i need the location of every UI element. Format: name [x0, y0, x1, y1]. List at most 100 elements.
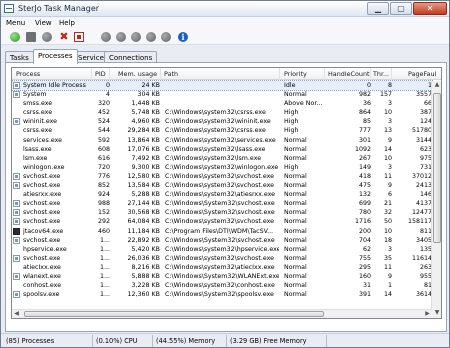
scroll-right-icon[interactable]: ▶ — [423, 310, 432, 318]
vertical-scrollbar[interactable]: ▲ ▼ — [431, 81, 441, 318]
cell-mem-usage: 27,144 KB — [127, 200, 160, 208]
maximize-button[interactable]: ▢ — [390, 2, 412, 15]
minimize-button[interactable]: ▁ — [367, 2, 389, 15]
column-divider[interactable] — [279, 68, 280, 80]
column-header-priority[interactable]: Priority — [284, 70, 307, 78]
table-row[interactable]: csrss.exe 452 5,748 KB C:\Windows\system32\… — [12, 108, 432, 117]
cell-pid: 320 — [97, 100, 110, 108]
table-row[interactable]: conhost.exe 1... 3,228 KB C:\Windows\system… — [12, 281, 432, 290]
table-row[interactable]: hpservice.exe 1... 5,420 KB C:\Windows\syst… — [12, 245, 432, 254]
column-header-pagefaults[interactable]: PageFaul — [408, 70, 436, 78]
table-row[interactable]: atiecIxx.exe 1... 8,216 KB C:\Windows\syste… — [12, 263, 432, 272]
column-divider[interactable] — [324, 68, 325, 80]
close-button[interactable]: ✕ — [413, 2, 447, 15]
table-row[interactable]: smss.exe 320 1,448 KB Above Nor... 36 3 66 — [12, 99, 432, 108]
table-row[interactable]: csrss.exe 544 29,284 KB C:\Windows\system32… — [12, 126, 432, 135]
table-row[interactable]: wininit.exe 524 4,960 KB C:\Windows\system3… — [12, 117, 432, 126]
record-icon[interactable] — [42, 32, 52, 42]
cell-mem-usage: 304 KB — [137, 91, 160, 99]
circle-button-3-icon[interactable] — [131, 32, 141, 42]
table-row[interactable]: svchost.exe 852 13,584 KB C:\Windows\system… — [12, 181, 432, 190]
cell-pid: 1... — [99, 254, 110, 262]
cell-mem-usage: 13,584 KB — [127, 182, 160, 190]
table-row[interactable]: services.exe 592 13,864 KB C:\Windows\syste… — [12, 136, 432, 145]
scroll-up-icon[interactable]: ▲ — [432, 81, 441, 91]
circle-button-5-icon[interactable] — [161, 32, 171, 42]
cell-process: svchost.exe — [23, 254, 61, 262]
column-header-handlecount[interactable]: HandleCount — [328, 70, 370, 78]
cell-priority: Normal — [284, 272, 307, 280]
cell-path: C:\Windows\system32\svchost.exe — [165, 172, 275, 180]
column-header-mem-usage[interactable]: Mem. usage — [118, 70, 157, 78]
process-icon — [13, 236, 20, 244]
column-header-process[interactable]: Process — [16, 70, 40, 78]
cell-process: csrss.exe — [23, 109, 53, 117]
menu-item-menu[interactable]: Menu — [6, 19, 25, 27]
scroll-down-icon[interactable]: ▼ — [432, 309, 441, 318]
column-divider[interactable] — [91, 68, 92, 80]
table-row[interactable]: wlanext.exe 1... 5,888 KB C:\Windows\System… — [12, 272, 432, 281]
tab-processes[interactable]: Processes — [33, 49, 78, 64]
table-row[interactable]: svchost.exe 1... 22,892 KB C:\Windows\Syste… — [12, 236, 432, 245]
status-bar: (85) Processes (0.10%) CPU (44.55%) Memo… — [1, 333, 449, 347]
circle-button-2-icon[interactable] — [116, 32, 126, 42]
cell-mem-usage: 5,748 KB — [131, 109, 160, 117]
column-header-pid[interactable]: PID — [95, 70, 106, 78]
cell-mem-usage: 12,360 KB — [127, 291, 160, 299]
cell-path: C:\Windows\system32\conhost.exe — [165, 282, 275, 290]
column-divider[interactable] — [391, 68, 392, 80]
cell-pid: 1... — [99, 236, 110, 244]
scroll-left-icon[interactable]: ◀ — [12, 310, 21, 318]
table-row[interactable]: svchost.exe 292 64,084 KB C:\Windows\system… — [12, 217, 432, 226]
column-header-threads[interactable]: Thr... — [373, 70, 389, 78]
table-row[interactable]: jtacov64.exe 460 11,184 KB C:\Program Files… — [12, 227, 432, 236]
table-row[interactable]: lsass.exe 608 17,076 KB C:\Windows\system32… — [12, 145, 432, 154]
stop-icon[interactable] — [26, 32, 36, 42]
cell-pid: 4 — [105, 91, 110, 99]
cell-process: svchost.exe — [23, 236, 61, 244]
cell-pid: 608 — [97, 145, 110, 153]
column-divider[interactable] — [370, 68, 371, 80]
table-row[interactable]: svchost.exe 988 27,144 KB C:\Windows\System… — [12, 199, 432, 208]
cell-threads: 3 — [387, 118, 392, 126]
table-row[interactable]: atiesrxx.exe 924 5,288 KB C:\Windows\system… — [12, 190, 432, 199]
cell-priority: Normal — [284, 218, 307, 226]
column-divider[interactable] — [109, 68, 110, 80]
horizontal-scroll-thumb[interactable] — [24, 311, 324, 317]
report-icon[interactable] — [74, 32, 84, 42]
menu-item-view[interactable]: View — [35, 19, 52, 27]
info-icon[interactable]: i — [178, 32, 188, 42]
table-row[interactable]: System 4 304 KB Normal 982 157 3557 — [12, 90, 432, 99]
cell-threads: 3 — [387, 100, 392, 108]
circle-button-1-icon[interactable] — [101, 32, 111, 42]
cell-pid: 544 — [97, 127, 110, 135]
cell-pid: 524 — [97, 118, 110, 126]
table-row[interactable]: svchost.exe 1... 26,036 KB C:\Windows\syste… — [12, 254, 432, 263]
cell-pid: 0 — [105, 82, 110, 89]
column-divider[interactable] — [160, 68, 161, 80]
cell-priority: Normal — [284, 136, 307, 144]
window-controls: ▁ ▢ ✕ — [366, 2, 447, 16]
table-row[interactable]: winlogon.exe 720 9,300 KB C:\Windows\system… — [12, 163, 432, 172]
end-process-icon[interactable]: ✖ — [59, 31, 69, 42]
cell-handlecount: 0 — [366, 82, 371, 89]
cell-mem-usage: 12,580 KB — [127, 172, 160, 180]
cell-priority: Normal — [284, 191, 307, 199]
table-row[interactable]: spoolsv.exe 1... 12,360 KB C:\Windows\Syste… — [12, 290, 432, 299]
circle-button-4-icon[interactable] — [146, 32, 156, 42]
table-row[interactable]: System Idle Process 0 24 KB Idle 0 8 1 — [12, 79, 433, 92]
table-row[interactable]: svchost.exe 152 30,568 KB C:\Windows\System… — [12, 208, 432, 217]
cell-mem-usage: 24 KB — [141, 82, 160, 89]
process-icon — [13, 282, 20, 289]
menu-item-help[interactable]: Help — [59, 19, 75, 27]
table-row[interactable]: svchost.exe 776 12,580 KB C:\Windows\system… — [12, 172, 432, 181]
horizontal-scrollbar[interactable]: ◀ ▶ — [12, 309, 432, 318]
refresh-icon[interactable] — [10, 32, 20, 42]
cell-handlecount: 295 — [358, 263, 371, 271]
cell-threads: 21 — [383, 200, 392, 208]
column-header-path[interactable]: Path — [164, 70, 178, 78]
cell-pagefaults: 263 — [419, 263, 432, 271]
vertical-scroll-thumb[interactable] — [433, 93, 441, 243]
table-row[interactable]: lsm.exe 616 7,492 KB C:\Windows\system32\ls… — [12, 154, 432, 163]
cell-handlecount: 36 — [362, 100, 371, 108]
